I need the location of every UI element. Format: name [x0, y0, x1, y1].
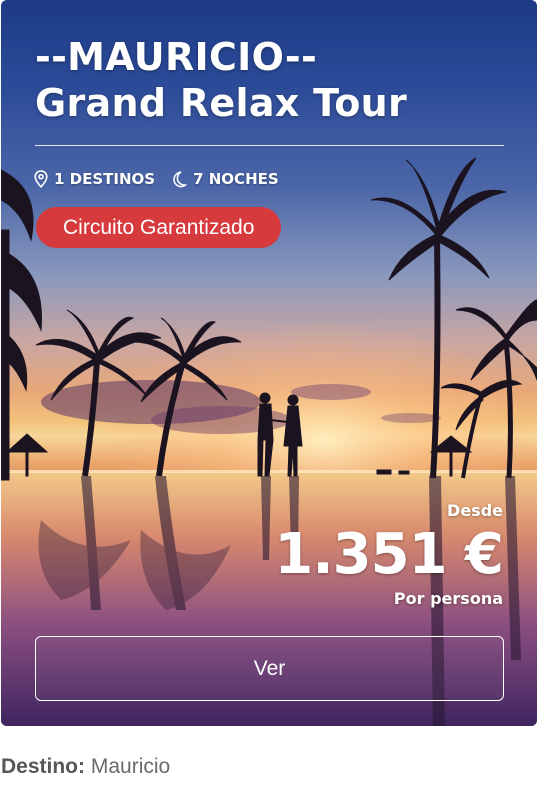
price-suffix: Por persona — [393, 589, 503, 608]
tour-title-line1: --MAURICIO-- — [35, 35, 318, 79]
price-block: Desde 1.351 € Por persona — [274, 500, 504, 610]
price-prefix: Desde — [447, 501, 503, 520]
nights-label: 7 NOCHES — [193, 170, 279, 188]
destinations-label: 1 DESTINOS — [54, 170, 156, 188]
price-value: 1.351 € — [274, 522, 504, 587]
view-button[interactable]: Ver — [35, 636, 504, 701]
destination-label: Destino: — [1, 755, 85, 778]
tour-title-line2: Grand Relax Tour — [35, 81, 408, 125]
tour-card[interactable]: --MAURICIO-- Grand Relax Tour 1 DESTINOS… — [1, 0, 537, 726]
tour-title: --MAURICIO-- Grand Relax Tour — [35, 34, 407, 126]
destination-line: Destino: Mauricio — [1, 755, 170, 779]
title-divider — [35, 145, 504, 146]
moon-icon — [173, 171, 188, 188]
tour-meta: 1 DESTINOS 7 NOCHES — [34, 170, 295, 188]
destination-value: Mauricio — [90, 755, 171, 778]
guaranteed-tour-badge: Circuito Garantizado — [36, 207, 282, 248]
destinations-count: 1 DESTINOS — [34, 170, 155, 188]
location-pin-icon — [34, 170, 48, 188]
nights-count: 7 NOCHES — [171, 170, 279, 188]
